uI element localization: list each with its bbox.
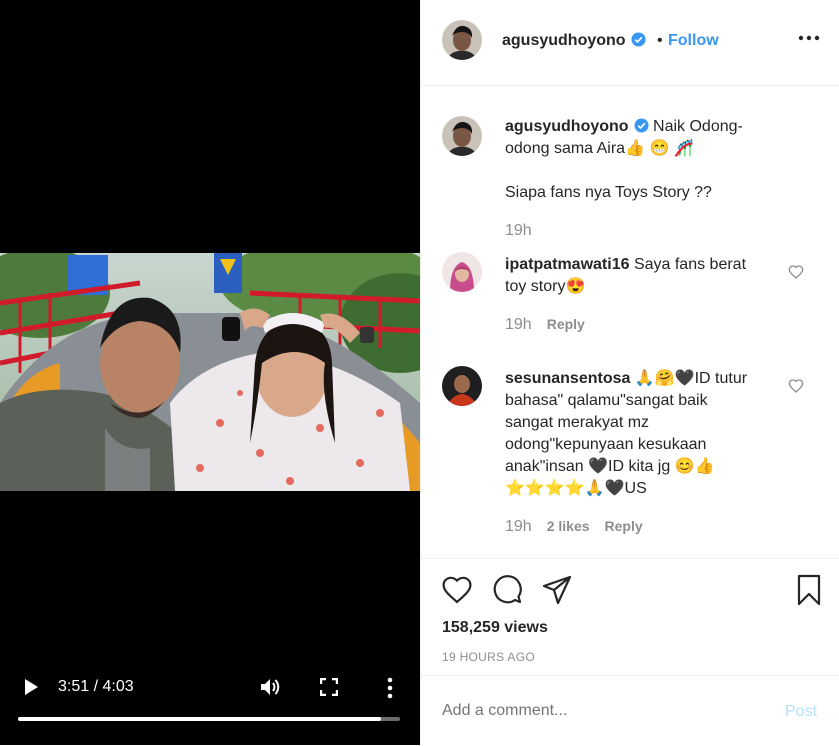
avatar[interactable]: [442, 20, 482, 60]
comment-text-4: odong"kepunyaan kesukaan: [505, 436, 707, 453]
post-sidebar: agusyudhoyono • Follow agusyudhoyono Nai…: [420, 0, 839, 745]
post-timestamp[interactable]: 19 HOURS AGO: [442, 650, 535, 664]
comment-text-3: sangat merakyat mz: [505, 414, 650, 431]
caption-text-2: odong sama Aira👍 😁 🎢: [505, 140, 694, 157]
comment-text-1: 🙏🤗🖤ID tutur: [634, 370, 748, 387]
comment-input[interactable]: [442, 702, 742, 720]
comment-line: sesunansentosa 🙏🤗🖤ID tutur: [505, 368, 747, 390]
avatar[interactable]: [442, 116, 482, 156]
comment-text-5: anak"insan 🖤ID kita jg 😊👍: [505, 458, 715, 475]
verified-icon: [634, 118, 649, 133]
video-controls: 3:51 / 4:03: [0, 668, 420, 745]
comment-line: ipatpatmawati16 Saya fans berat: [505, 254, 746, 276]
add-comment-bar: Post: [421, 675, 839, 746]
video-progress-fill: [18, 717, 381, 721]
separator-dot: •: [657, 32, 663, 49]
comment-text-1: Saya fans berat: [633, 256, 747, 273]
verified-icon: [631, 32, 646, 47]
comment-meta: 19h 2 likes Reply: [505, 518, 643, 536]
comment-icon[interactable]: [491, 574, 523, 606]
comment-timestamp[interactable]: 19h: [505, 316, 532, 333]
bookmark-icon[interactable]: [793, 574, 825, 606]
video-frame[interactable]: [0, 253, 420, 491]
comment-meta: 19h Reply: [505, 316, 585, 334]
share-icon[interactable]: [541, 574, 573, 606]
video-player[interactable]: 3:51 / 4:03: [0, 0, 420, 745]
avatar[interactable]: [442, 252, 482, 292]
video-time: 3:51 / 4:03: [58, 678, 134, 695]
caption-timestamp[interactable]: 19h: [505, 222, 532, 240]
follow-button[interactable]: Follow: [668, 32, 719, 50]
more-horizontal-icon[interactable]: [798, 34, 820, 42]
comment-text-6: ⭐⭐⭐⭐🙏🖤US: [505, 480, 647, 497]
likes-count[interactable]: 2 likes: [547, 518, 590, 534]
comment-text-2: toy story😍: [505, 278, 586, 295]
avatar[interactable]: [442, 366, 482, 406]
views-count[interactable]: 158,259 views: [442, 619, 548, 637]
comment-username[interactable]: ipatpatmawati16: [505, 256, 629, 273]
caption-username[interactable]: agusyudhoyono: [505, 118, 629, 135]
reply-button[interactable]: Reply: [605, 518, 643, 534]
caption-line: agusyudhoyono Naik Odong-: [505, 116, 743, 138]
fullscreen-icon[interactable]: [320, 678, 338, 696]
post-button[interactable]: Post: [785, 703, 817, 721]
heart-icon[interactable]: [441, 574, 473, 606]
post-author-username[interactable]: agusyudhoyono: [502, 32, 626, 49]
heart-icon[interactable]: [788, 378, 804, 394]
comment-text-2: bahasa" qalamu"sangat baik: [505, 392, 708, 409]
more-vertical-icon[interactable]: [386, 677, 394, 699]
post-header: agusyudhoyono • Follow: [421, 0, 839, 86]
volume-icon[interactable]: [260, 677, 282, 697]
post-actions: 158,259 views 19 HOURS AGO: [421, 558, 839, 675]
comment-timestamp[interactable]: 19h: [505, 518, 532, 535]
video-progress-bar[interactable]: [18, 717, 400, 721]
reply-button[interactable]: Reply: [547, 316, 585, 332]
heart-icon[interactable]: [788, 264, 804, 280]
instagram-post-modal: 3:51 / 4:03 agusyudhoyono • Follow agusy…: [0, 0, 839, 745]
header-user-wrap: agusyudhoyono: [502, 32, 646, 50]
comments-list[interactable]: agusyudhoyono Naik Odong- odong sama Air…: [421, 86, 839, 558]
caption-text-3: Siapa fans nya Toys Story ??: [505, 184, 712, 201]
video-still-image: [0, 253, 420, 491]
comment-username[interactable]: sesunansentosa: [505, 370, 630, 387]
caption-text-1: Naik Odong-: [653, 118, 743, 135]
play-icon[interactable]: [22, 678, 40, 696]
